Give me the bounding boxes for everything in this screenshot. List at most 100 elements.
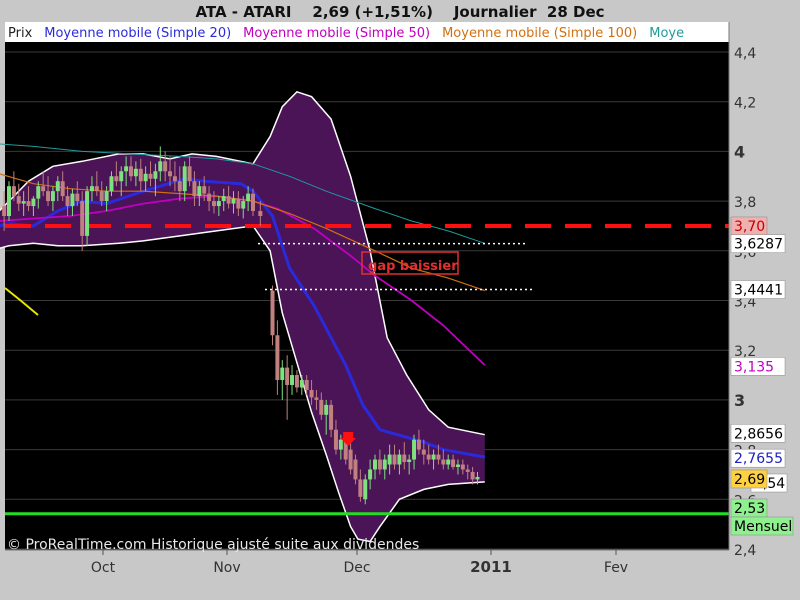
candle-body [280,367,285,381]
price-tag-8: 2,69 [734,472,765,488]
candle-body [241,201,246,209]
candle-body [363,479,368,500]
candle-body [36,186,41,199]
candle-body [270,290,275,336]
candle-body [353,459,358,480]
candle-body [124,166,129,172]
candle-body [216,201,221,207]
price-tag-10: Mensuel [734,519,792,535]
candle-body [246,193,251,202]
price-tag-3: 3,4441 [734,283,783,299]
x-tick-label: Dec [343,560,370,576]
candle-body [65,196,70,207]
candle-body [407,459,412,463]
candle-body [187,166,192,182]
candle-body [109,176,114,192]
legend-item-1: Prix [8,26,33,41]
candle-body [207,193,212,202]
candle-body [41,186,46,192]
candle-body [475,476,480,480]
candle-body [7,186,11,217]
candle-body [143,173,148,182]
candle-body [368,469,373,480]
candle-body [402,454,407,463]
candle-body [397,454,402,465]
candle-body [158,161,163,172]
candle-body [285,367,290,385]
candle-body [221,196,226,202]
candle-body [50,191,55,202]
candle-body [431,454,436,460]
candle-body [460,464,465,470]
candle-body [299,380,304,388]
candle-body [387,454,392,465]
candle-body [294,375,299,388]
candle-body [236,198,241,209]
candle-body [114,176,119,182]
candle-body [275,335,280,381]
x-tick-label: 2011 [470,558,512,576]
price-tag-2: 3,6287 [734,237,783,253]
y-tick-label: 2,4 [734,543,756,559]
price-tag-4: 3,135 [734,359,774,375]
candle-body [16,196,21,204]
legend-item-4: Moyenne mobile (Simple 100) [442,26,637,41]
candle-body [172,176,177,182]
candle-body [441,459,446,465]
price-chart[interactable]: Prix Moyenne mobile (Simple 20) Moyenne mo… [0,0,800,600]
candle-body [258,211,263,217]
candle-body [99,191,104,202]
price-tag-5: 2,8656 [734,426,783,442]
candle-body [129,166,133,177]
candle-body [211,201,216,207]
candle-body [133,168,138,177]
candle-body [31,198,36,207]
candle-body [426,454,431,460]
candle-body [455,464,460,467]
candle-body [94,186,99,192]
candle-body [382,459,387,470]
candle-body [412,439,417,460]
candle-body [251,193,255,212]
candle-body [392,454,397,465]
candle-body [182,166,187,192]
gap-annotation: gap baissier [368,259,458,274]
candle-body [338,439,343,450]
candle-body [314,397,319,400]
legend-item-3: Moyenne mobile (Simple 50) [243,26,430,41]
legend-item-5: Moye [649,26,684,41]
y-tick-label: 4,4 [734,46,756,62]
candle-body [80,201,85,236]
candle-body [177,181,182,192]
x-tick-label: Oct [91,560,116,576]
candle-body [26,201,31,207]
candle-body [2,206,7,217]
candle-body [202,186,207,194]
legend-item-2: Moyenne mobile (Simple 20) [44,26,231,41]
candle-body [226,196,231,204]
price-tags: 3,703,62873,44413,1352,86562,76552,542,6… [730,216,794,536]
y-tick-label: 3,8 [734,195,756,211]
candle-body [153,171,158,179]
candle-body [377,459,382,470]
candle-body [104,191,109,202]
candle-body [21,201,26,204]
candle-body [446,459,451,465]
candle-body [358,479,363,497]
candle-body [138,168,143,182]
candle-body [148,173,153,179]
x-tick-label: Fev [604,560,628,576]
candle-body [89,186,94,192]
candle-body [436,454,441,460]
price-tag-1: 3,70 [734,219,765,235]
candle-body [304,380,309,390]
candle-body [163,161,168,172]
candle-body [192,181,197,197]
y-tick-label: 4,2 [734,96,756,112]
price-tag-6: 2,7655 [734,451,783,467]
y-tick-label: 3 [734,391,745,410]
candle-body [60,181,65,197]
candle-body [75,193,80,202]
candle-body [46,191,51,202]
candle-body [231,198,236,204]
